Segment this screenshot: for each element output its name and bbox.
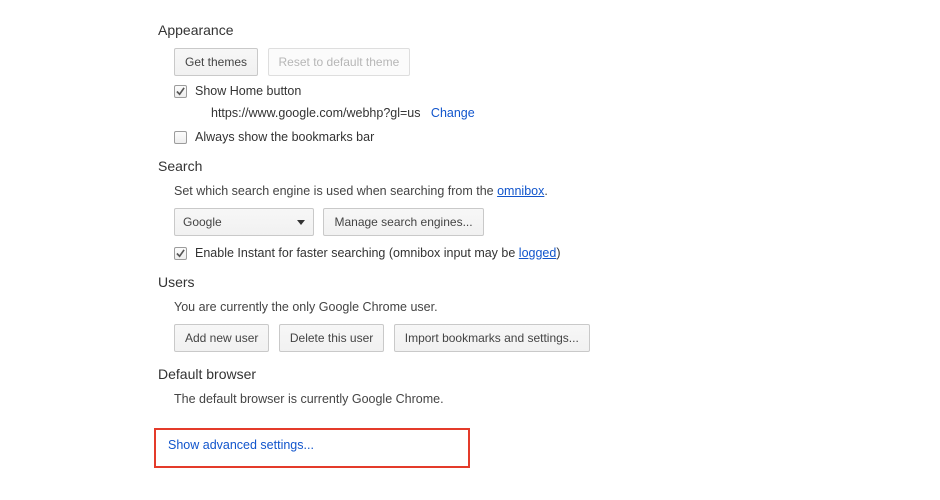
get-themes-button[interactable]: Get themes	[174, 48, 258, 76]
search-engine-value: Google	[183, 213, 222, 231]
delete-user-button[interactable]: Delete this user	[279, 324, 384, 352]
show-advanced-settings-link[interactable]: Show advanced settings...	[168, 438, 314, 452]
enable-instant-checkbox[interactable]	[174, 247, 187, 260]
omnibox-link[interactable]: omnibox	[497, 184, 544, 198]
logged-link[interactable]: logged	[519, 246, 557, 260]
reset-theme-button: Reset to default theme	[268, 48, 411, 76]
advanced-highlight-box: Show advanced settings...	[154, 428, 470, 468]
home-url-text: https://www.google.com/webhp?gl=us	[211, 106, 421, 120]
add-user-button[interactable]: Add new user	[174, 324, 269, 352]
section-title-appearance: Appearance	[158, 22, 940, 38]
check-icon	[176, 249, 185, 258]
section-title-default-browser: Default browser	[158, 366, 940, 382]
change-home-link[interactable]: Change	[431, 106, 475, 120]
section-title-users: Users	[158, 274, 940, 290]
bookmarks-bar-checkbox[interactable]	[174, 131, 187, 144]
search-engine-select[interactable]: Google	[174, 208, 314, 236]
chevron-down-icon	[297, 220, 305, 225]
section-title-search: Search	[158, 158, 940, 174]
default-browser-status: The default browser is currently Google …	[174, 392, 940, 406]
check-icon	[176, 87, 185, 96]
search-desc-suffix: .	[544, 184, 547, 198]
show-home-label: Show Home button	[195, 84, 301, 98]
bookmarks-bar-label: Always show the bookmarks bar	[195, 130, 374, 144]
users-status-text: You are currently the only Google Chrome…	[174, 300, 940, 314]
enable-instant-suffix: )	[556, 246, 560, 260]
enable-instant-prefix: Enable Instant for faster searching (omn…	[195, 246, 519, 260]
manage-search-engines-button[interactable]: Manage search engines...	[323, 208, 483, 236]
show-home-checkbox[interactable]	[174, 85, 187, 98]
search-desc-prefix: Set which search engine is used when sea…	[174, 184, 497, 198]
import-bookmarks-button[interactable]: Import bookmarks and settings...	[394, 324, 590, 352]
